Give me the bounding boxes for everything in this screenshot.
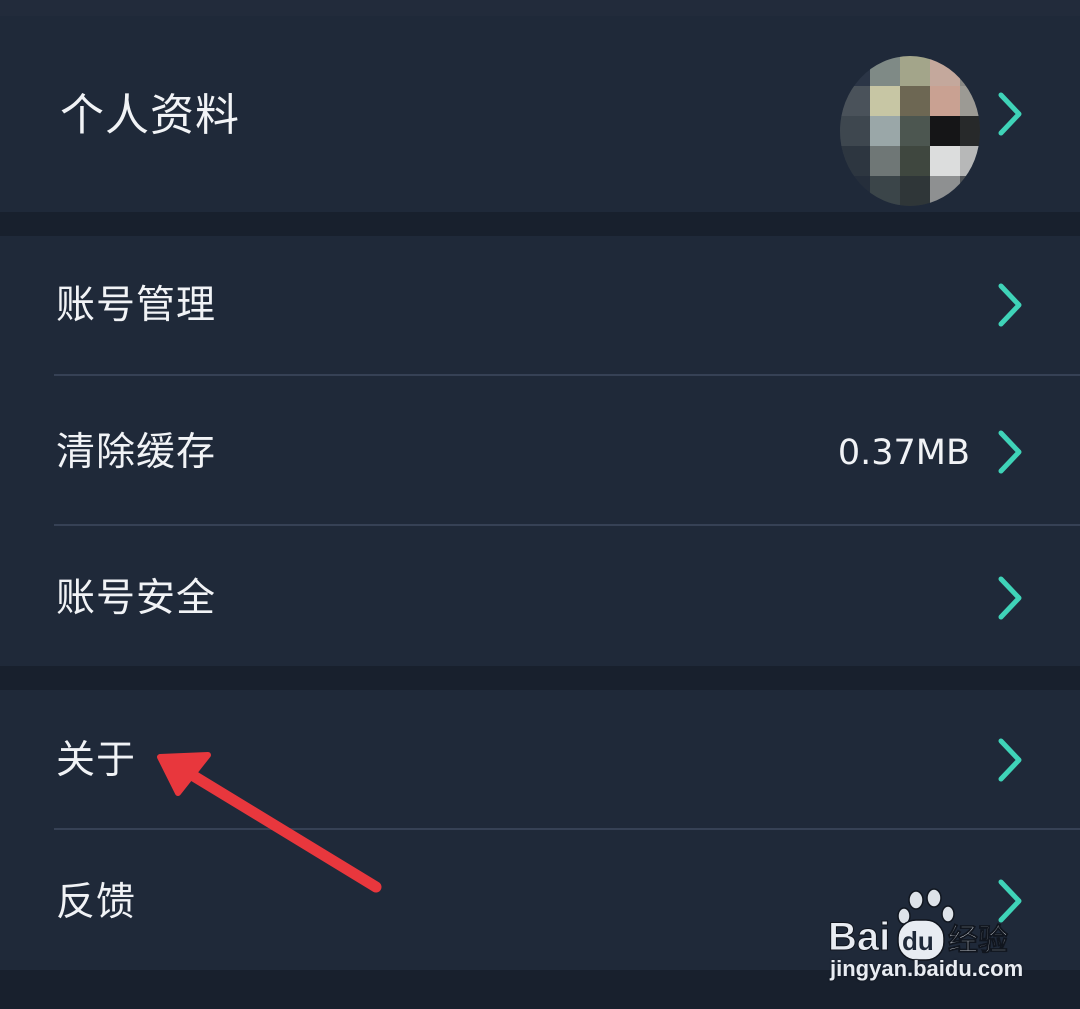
profile-row[interactable]: 个人资料 <box>0 16 1080 212</box>
chevron-right-icon <box>998 738 1022 782</box>
chevron-right-icon <box>998 430 1022 474</box>
account-management-label: 账号管理 <box>56 283 217 328</box>
cache-size-value: 0.37MB <box>837 433 970 473</box>
account-section: 账号管理 清除缓存 0.37MB 账号安全 <box>0 236 1080 666</box>
feedback-label: 反馈 <box>56 880 137 925</box>
about-label: 关于 <box>56 738 137 783</box>
chevron-right-icon <box>998 283 1022 327</box>
pixelated-avatar-icon[interactable] <box>840 56 980 206</box>
svg-text:经验: 经验 <box>948 923 1008 958</box>
about-row[interactable]: 关于 <box>0 690 1080 828</box>
profile-section: 个人资料 <box>0 16 1080 212</box>
svg-text:du: du <box>902 926 934 956</box>
clear-cache-label: 清除缓存 <box>56 430 217 475</box>
avatar-mosaic <box>840 56 980 206</box>
profile-label: 个人资料 <box>60 90 240 141</box>
chevron-right-icon <box>998 92 1022 136</box>
settings-page: 个人资料 账号管理 清除缓存 0.37MB 账号安全 关于 反馈 Bai du … <box>0 0 1080 1009</box>
watermark-url: jingyan.baidu.com <box>830 956 1024 981</box>
account-security-row[interactable]: 账号安全 <box>0 526 1080 666</box>
account-management-row[interactable]: 账号管理 <box>0 236 1080 374</box>
clear-cache-row[interactable]: 清除缓存 0.37MB <box>0 376 1080 524</box>
chevron-right-icon <box>998 576 1022 620</box>
top-strip <box>0 0 1080 16</box>
account-security-label: 账号安全 <box>56 576 217 621</box>
svg-text:Bai: Bai <box>828 915 890 959</box>
